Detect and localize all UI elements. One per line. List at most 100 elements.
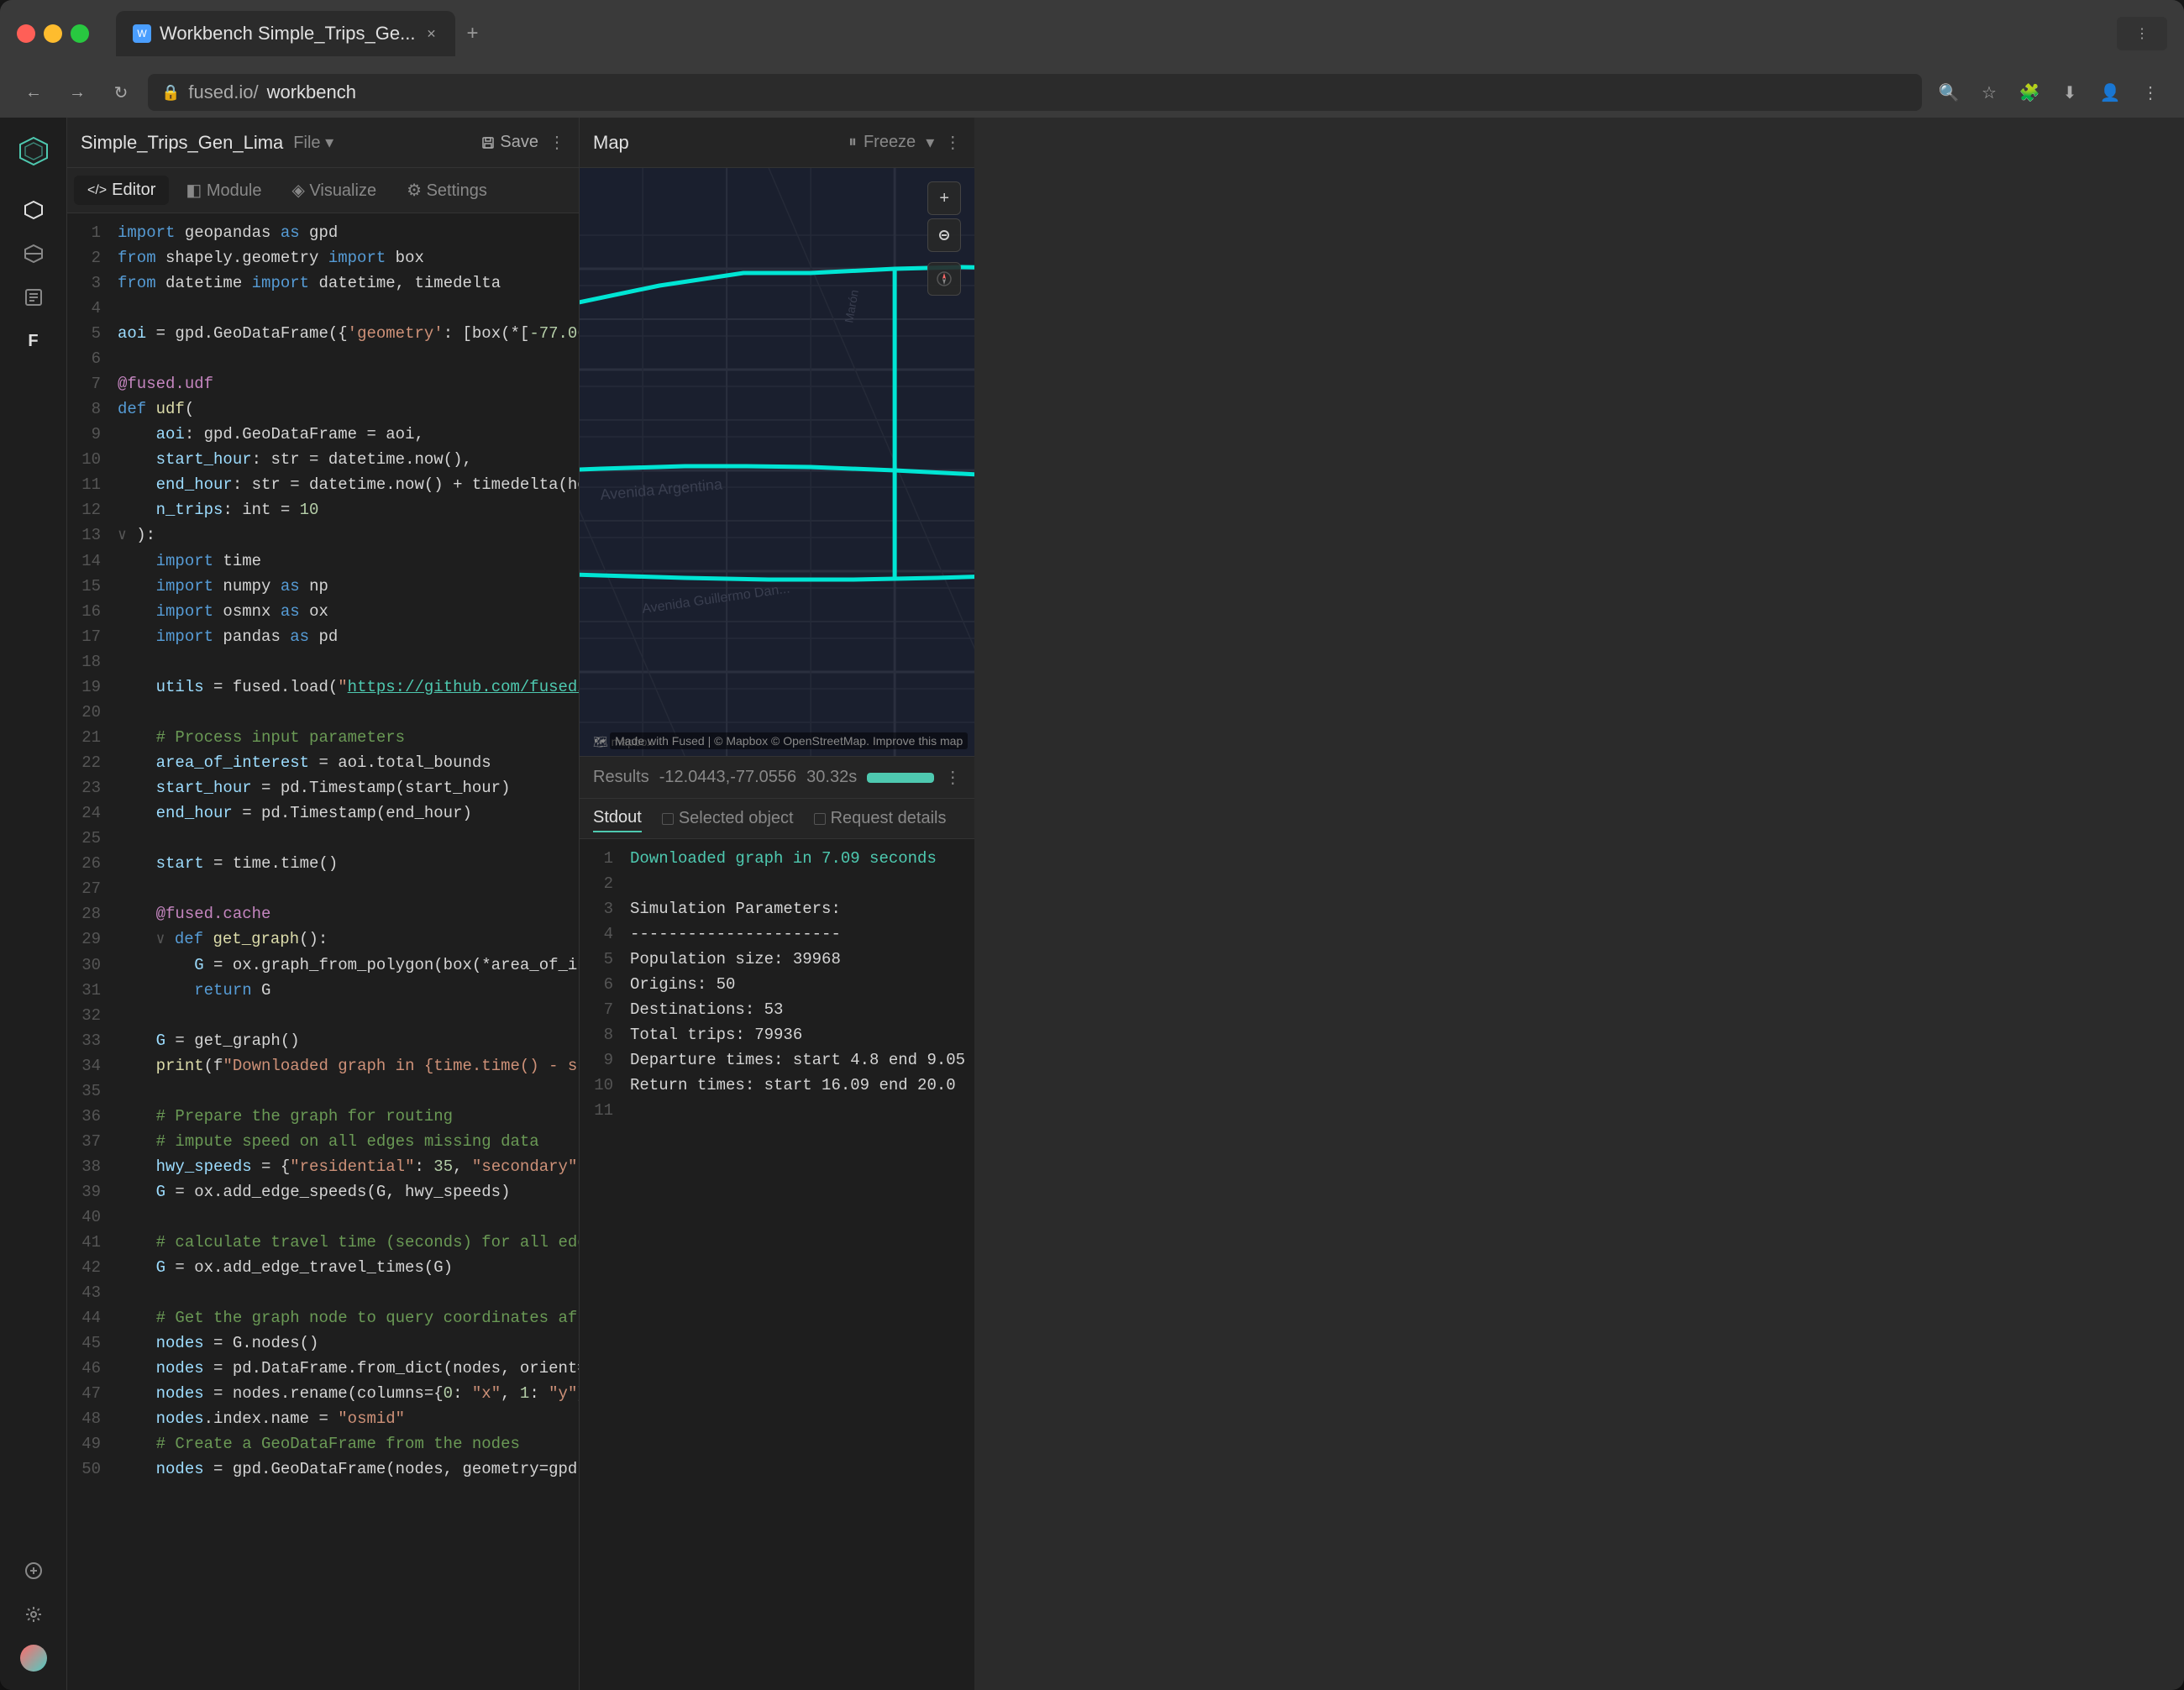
tab-visualize[interactable]: ◈ Visualize <box>278 175 390 206</box>
tab-request-details[interactable]: Request details <box>814 806 947 832</box>
code-line: 8 def udf( <box>67 396 579 422</box>
sidebar-item-fused[interactable]: F <box>15 323 52 360</box>
code-line: 14 import time <box>67 548 579 574</box>
sidebar-item-profile[interactable] <box>15 1640 52 1677</box>
refresh-button[interactable]: ↻ <box>104 76 138 109</box>
back-button[interactable]: ← <box>17 76 50 109</box>
pause-button[interactable]: ⏸ Freeze <box>848 133 916 152</box>
url-path: workbench <box>267 81 356 103</box>
compass-button[interactable] <box>927 262 961 296</box>
code-line: 48 nodes.index.name = "osmid" <box>67 1406 579 1431</box>
map-attribution: Made with Fused | © Mapbox © OpenStreetM… <box>610 732 968 749</box>
active-tab[interactable]: W Workbench Simple_Trips_Ge... ✕ <box>116 11 455 56</box>
zoom-out-button[interactable] <box>927 218 961 252</box>
map-menu-button[interactable]: ⋮ <box>944 132 961 153</box>
bookmark-icon[interactable]: ☆ <box>1972 76 2006 109</box>
results-time: 30.32s <box>806 768 857 787</box>
close-button[interactable] <box>17 24 35 43</box>
code-line: 32 <box>67 1003 579 1028</box>
maximize-button[interactable] <box>71 24 89 43</box>
code-line: 28 @fused.cache <box>67 901 579 926</box>
code-line: 4 <box>67 296 579 321</box>
extensions-icon[interactable]: 🧩 <box>2013 76 2046 109</box>
code-line: 18 <box>67 649 579 674</box>
sidebar-bottom <box>15 1552 52 1677</box>
result-line: 1 Downloaded graph in 7.09 seconds <box>580 846 974 871</box>
code-line: 7 @fused.udf <box>67 371 579 396</box>
code-line: 13 ∨ ): <box>67 522 579 548</box>
save-button[interactable]: Save <box>481 133 538 152</box>
code-line: 38 hwy_speeds = {"residential": 35, "sec… <box>67 1154 579 1179</box>
editor-menu-button[interactable]: ⋮ <box>549 132 565 153</box>
code-line: 40 <box>67 1205 579 1230</box>
map-header: Map ⏸ Freeze ▾ ⋮ <box>580 118 974 168</box>
forward-button[interactable]: → <box>60 76 94 109</box>
result-line: 7 Destinations: 53 <box>580 997 974 1022</box>
traffic-lights <box>17 24 89 43</box>
tab-editor[interactable]: </> Editor <box>74 176 169 205</box>
tab-module[interactable]: ◧ Module <box>172 175 275 206</box>
code-line: 23 start_hour = pd.Timestamp(start_hour) <box>67 775 579 800</box>
map-container[interactable]: Avenida Argentina Avenida Argentina Aven… <box>580 168 974 756</box>
search-icon[interactable]: 🔍 <box>1932 76 1966 109</box>
profile-icon[interactable]: 👤 <box>2093 76 2127 109</box>
code-line: 6 <box>67 346 579 371</box>
results-header: Results -12.0443,-77.0556 30.32s ⋮ <box>580 757 974 799</box>
app-content: F <box>0 118 2184 1690</box>
code-line: 39 G = ox.add_edge_speeds(G, hwy_speeds) <box>67 1179 579 1205</box>
sidebar-item-add[interactable] <box>15 1552 52 1589</box>
code-line: 46 nodes = pd.DataFrame.from_dict(nodes,… <box>67 1356 579 1381</box>
freeze-label: Freeze <box>864 133 916 152</box>
code-line: 12 n_trips: int = 10 <box>67 497 579 522</box>
result-line: 6 Origins: 50 <box>580 972 974 997</box>
code-line: 20 <box>67 700 579 725</box>
code-line: 33 G = get_graph() <box>67 1028 579 1053</box>
address-bar[interactable]: 🔒 fused.io/workbench <box>148 74 1922 111</box>
tab-module-label: ◧ Module <box>186 180 261 201</box>
code-editor[interactable]: 1 import geopandas as gpd 2 from shapely… <box>67 213 579 1690</box>
results-menu-button[interactable]: ⋮ <box>944 767 961 788</box>
browser-menu-dots[interactable]: ⋮ <box>2134 76 2167 109</box>
results-title: Results <box>593 768 649 787</box>
code-line: 5 aoi = gpd.GeoDataFrame({'geometry': [b… <box>67 321 579 346</box>
sidebar-left: F <box>0 118 67 1690</box>
result-line: 9 Departure times: start 4.8 end 9.05 <box>580 1047 974 1073</box>
request-details-checkbox[interactable] <box>814 813 826 825</box>
code-line: 41 # calculate travel time (seconds) for… <box>67 1230 579 1255</box>
tab-settings[interactable]: ⚙ Settings <box>393 175 501 206</box>
map-svg: Avenida Argentina Avenida Argentina Aven… <box>580 168 974 756</box>
sidebar-item-files[interactable] <box>15 279 52 316</box>
tab-selected-object-label: Selected object <box>679 809 794 828</box>
code-line: 25 <box>67 826 579 851</box>
sidebar-item-code[interactable] <box>15 192 52 228</box>
sidebar-item-settings[interactable] <box>15 1596 52 1633</box>
editor-header: Simple_Trips_Gen_Lima File ▾ Save ⋮ <box>67 118 579 168</box>
tab-request-details-label: Request details <box>831 809 947 828</box>
map-dropdown-button[interactable]: ▾ <box>926 132 934 153</box>
sidebar-item-layers[interactable] <box>15 235 52 272</box>
code-line: 35 <box>67 1079 579 1104</box>
map-actions: ⏸ Freeze ▾ ⋮ <box>848 132 961 153</box>
browser-menu-button[interactable]: ⋮ <box>2117 17 2167 50</box>
selected-object-checkbox[interactable] <box>662 813 674 825</box>
download-icon[interactable]: ⬇ <box>2053 76 2087 109</box>
result-line: 5 Population size: 39968 <box>580 947 974 972</box>
file-badge[interactable]: File ▾ <box>293 132 333 153</box>
results-progress-bar <box>867 773 934 783</box>
map-title: Map <box>593 132 629 154</box>
tab-stdout[interactable]: Stdout <box>593 805 642 832</box>
code-line: 11 end_hour: str = datetime.now() + time… <box>67 472 579 497</box>
new-tab-button[interactable]: + <box>455 17 489 50</box>
browser-titlebar: W Workbench Simple_Trips_Ge... ✕ + ⋮ <box>0 0 2184 67</box>
layout-main: Simple_Trips_Gen_Lima File ▾ Save ⋮ <box>67 118 974 1690</box>
zoom-in-button[interactable]: + <box>927 181 961 215</box>
tab-selected-object[interactable]: Selected object <box>662 806 794 832</box>
code-line: 49 # Create a GeoDataFrame from the node… <box>67 1431 579 1456</box>
tab-close-button[interactable]: ✕ <box>423 26 438 41</box>
minimize-button[interactable] <box>44 24 62 43</box>
results-tabs: Stdout Selected object Request details <box>580 799 974 839</box>
code-line: 43 <box>67 1280 579 1305</box>
code-line: 37 # impute speed on all edges missing d… <box>67 1129 579 1154</box>
url-prefix: fused.io/ <box>188 81 258 103</box>
code-line: 36 # Prepare the graph for routing <box>67 1104 579 1129</box>
